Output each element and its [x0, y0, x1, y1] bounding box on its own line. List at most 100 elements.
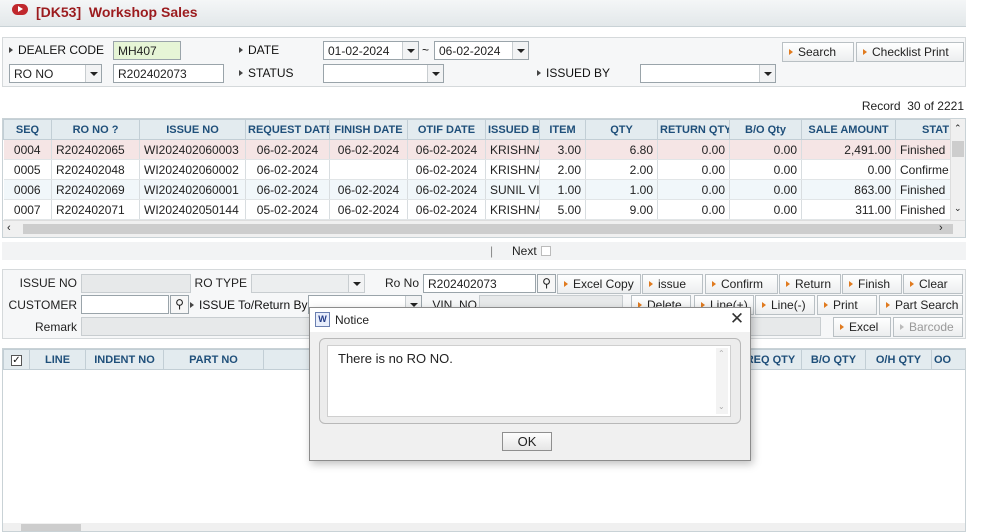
finish-button[interactable]: Finish [842, 274, 902, 294]
part-search-button[interactable]: Part Search [879, 295, 963, 315]
search-icon[interactable]: ⚲ [537, 274, 556, 293]
horizontal-scrollbar[interactable]: ‹ › [3, 220, 965, 237]
status-select[interactable] [323, 64, 444, 83]
window-title-bar: [DK53] Workshop Sales [0, 0, 966, 27]
chevron-down-icon [402, 42, 418, 59]
cell-bo-qty: 0.00 [729, 199, 802, 220]
issue-button[interactable]: issue [642, 274, 703, 294]
table-row[interactable]: 0007 R202402071 WI202402050144 05-02-202… [3, 199, 965, 220]
confirm-button[interactable]: Confirm [705, 274, 778, 294]
col-header[interactable]: RETURN QTY [657, 119, 730, 140]
chevron-down-icon[interactable]: ⌄ [954, 203, 962, 214]
col-header[interactable]: ISSUE NO [139, 119, 246, 140]
arrow-right-icon [840, 324, 844, 330]
barcode-button[interactable]: Barcode [893, 317, 963, 337]
cell-ro-no: R202402069 [51, 179, 140, 200]
close-icon[interactable]: ✕ [728, 310, 746, 328]
select-all-checkbox[interactable]: ✓ [3, 349, 30, 370]
date-to-select[interactable]: 06-02-2024 [434, 41, 529, 60]
chevron-down-icon[interactable]: ⌄ [718, 402, 725, 411]
table-row[interactable]: 0006 R202402069 WI202402060001 06-02-202… [3, 179, 965, 200]
col-header[interactable]: ITEM [539, 119, 586, 140]
next-page-link[interactable]: Next [512, 244, 537, 258]
ro-no-input[interactable]: R202402073 [423, 274, 536, 293]
cell-ro-no: R202402071 [51, 199, 140, 220]
ro-no-search-input[interactable]: R202402073 [113, 64, 224, 83]
chevron-down-icon [759, 65, 775, 82]
next-page-icon[interactable] [541, 246, 551, 256]
table-row[interactable]: 0005 R202402048 WI202402060002 06-02-202… [3, 159, 965, 180]
arrow-right-icon [863, 49, 867, 55]
dialog-message-text: There is no RO NO. [338, 351, 453, 366]
dialog-title: Notice [335, 313, 370, 327]
chevron-right-icon[interactable]: › [939, 222, 943, 234]
cell-qty: 9.00 [585, 199, 658, 220]
col-header[interactable]: PART NO [163, 349, 264, 370]
cell-request-date: 05-02-2024 [245, 199, 330, 220]
dialog-message-frame: There is no RO NO. ⌃ ⌄ [319, 338, 741, 424]
ro-type-select[interactable] [251, 274, 365, 293]
date-to-value: 06-02-2024 [439, 44, 501, 58]
col-header[interactable]: O/H QTY [865, 349, 932, 370]
cell-qty: 1.00 [585, 179, 658, 200]
col-header[interactable]: SALE AMOUNT [801, 119, 896, 140]
horizontal-scrollbar[interactable] [3, 523, 965, 531]
col-header[interactable]: RO NO ? [51, 119, 140, 140]
col-header[interactable]: LINE [29, 349, 86, 370]
return-button[interactable]: Return [779, 274, 841, 294]
search-type-select[interactable]: RO NO [9, 64, 102, 83]
page-title: [DK53] Workshop Sales [36, 4, 198, 20]
clear-button[interactable]: Clear [903, 274, 963, 294]
date-label: DATE [239, 43, 279, 57]
chevron-down-icon [348, 275, 364, 292]
scrollbar-thumb[interactable] [952, 141, 964, 157]
dialog-title-bar[interactable]: W Notice ✕ [310, 308, 750, 332]
cell-bo-qty: 0.00 [729, 179, 802, 200]
vertical-scrollbar[interactable]: ⌃ ⌄ [950, 119, 965, 220]
line-minus-button[interactable]: Line(-) [755, 295, 815, 315]
col-header[interactable]: QTY [585, 119, 658, 140]
cell-issue-no: WI202402060003 [139, 139, 246, 160]
cell-otif-date: 06-02-2024 [407, 179, 486, 200]
cell-finish-date: 06-02-2024 [329, 179, 408, 200]
dealer-code-input[interactable]: MH407 [113, 41, 181, 60]
col-header[interactable]: B/O Qty [729, 119, 802, 140]
arrow-right-icon [849, 281, 853, 287]
play-icon [12, 4, 28, 15]
excel-button[interactable]: Excel [833, 317, 891, 337]
print-button[interactable]: Print [817, 295, 877, 315]
excel-label: Excel [849, 320, 879, 334]
scrollbar-thumb[interactable] [21, 524, 81, 531]
col-header[interactable]: FINISH DATE [329, 119, 408, 140]
chevron-up-icon[interactable]: ⌃ [954, 123, 962, 134]
search-button[interactable]: Search [782, 42, 854, 62]
col-header[interactable]: OO [931, 349, 965, 370]
cell-sale-amount: 863.00 [801, 179, 896, 200]
col-header[interactable]: OTIF DATE [407, 119, 486, 140]
cell-bo-qty: 0.00 [729, 139, 802, 160]
excel-copy-button[interactable]: Excel Copy [557, 274, 641, 294]
return-label: Return [795, 277, 832, 291]
col-header[interactable]: INDENT NO [85, 349, 164, 370]
issued-by-select[interactable] [640, 64, 776, 83]
barcode-label: Barcode [909, 320, 954, 334]
message-scrollbar[interactable]: ⌃ ⌄ [716, 348, 728, 414]
col-header[interactable]: REQUEST DATE [245, 119, 330, 140]
chevron-up-icon[interactable]: ⌃ [718, 349, 725, 358]
col-header[interactable]: ISSUED BY [485, 119, 540, 140]
cell-issue-no: WI202402060001 [139, 179, 246, 200]
customer-input[interactable] [81, 295, 169, 314]
date-from-select[interactable]: 01-02-2024 [323, 41, 419, 60]
col-header[interactable]: SEQ [3, 119, 52, 140]
chevron-down-icon [85, 65, 101, 82]
scrollbar-thumb[interactable] [23, 224, 953, 234]
cell-ro-no: R202402048 [51, 159, 140, 180]
checklist-print-button[interactable]: Checklist Print [856, 42, 964, 62]
chevron-left-icon[interactable]: ‹ [7, 222, 11, 234]
table-row[interactable]: 0004 R202402065 WI202402060003 06-02-202… [3, 139, 965, 160]
ok-button[interactable]: OK [502, 432, 552, 451]
search-icon[interactable]: ⚲ [170, 295, 189, 314]
col-header[interactable]: B/O QTY [801, 349, 866, 370]
search-type-value: RO NO [14, 67, 54, 81]
filter-panel: DEALER CODE MH407 DATE 01-02-2024 ~ 06-0… [2, 37, 966, 87]
